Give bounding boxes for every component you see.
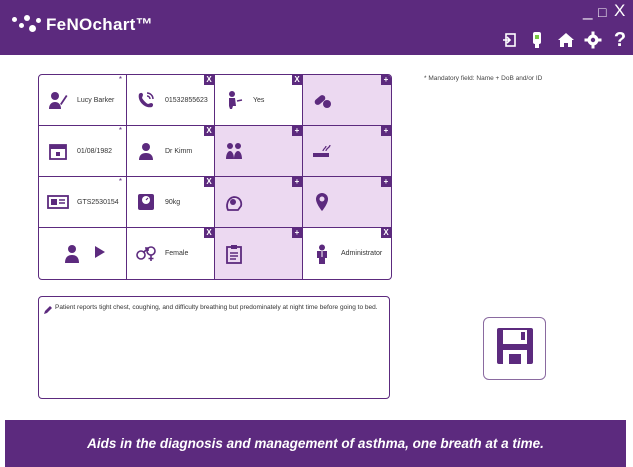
add-smoking-button[interactable]: + (381, 126, 391, 136)
play-icon[interactable] (94, 245, 105, 263)
consent-field[interactable]: X Yes (215, 75, 303, 126)
pen-icon (43, 302, 53, 320)
notes-text: Patient reports tight chest, coughing, a… (55, 304, 378, 311)
phone-field[interactable]: X 01532855623 (127, 75, 215, 126)
settings-icon[interactable] (583, 30, 603, 50)
smoking-icon (311, 140, 333, 162)
id-card-icon (47, 191, 69, 213)
maximize-button[interactable]: □ (598, 4, 606, 21)
consent-value: Yes (253, 96, 265, 104)
location-pin-icon (311, 191, 333, 213)
location-field[interactable]: + (303, 177, 391, 228)
name-field[interactable]: * Lucy Barker (39, 75, 127, 126)
dob-value: 01/08/1982 (77, 147, 113, 155)
remove-phone-button[interactable]: X (204, 75, 214, 85)
person-icon (47, 89, 69, 111)
gender-value: Female (165, 250, 189, 257)
logout-icon[interactable] (500, 30, 520, 50)
next-patient-field[interactable] (39, 228, 127, 279)
clipboard-field[interactable]: + (215, 228, 303, 279)
role-field[interactable]: X Administrator (303, 228, 391, 279)
clipboard-icon (223, 243, 245, 265)
symptom-field[interactable]: + (215, 177, 303, 228)
add-location-button[interactable]: + (381, 177, 391, 187)
required-mark: * (118, 177, 122, 186)
add-family-button[interactable]: + (292, 126, 302, 136)
weight-value: 90kg (165, 198, 181, 206)
add-clipboard-button[interactable]: + (292, 228, 302, 238)
help-icon[interactable]: ? (610, 29, 630, 51)
medication-field[interactable]: + (303, 75, 391, 126)
floppy-disk-icon (495, 326, 535, 371)
weight-field[interactable]: X 90kg (127, 177, 215, 228)
remove-doctor-button[interactable]: X (204, 126, 214, 136)
app-title: FeNOchart™ (46, 15, 153, 34)
phone-icon (135, 89, 157, 111)
phone-value: 01532855623 (165, 96, 208, 104)
remove-consent-button[interactable]: X (292, 75, 302, 85)
close-button[interactable]: X (614, 2, 625, 19)
minimize-button[interactable]: _ (583, 2, 592, 19)
add-medication-button[interactable]: + (381, 75, 391, 85)
gender-icon (135, 243, 157, 265)
id-value: GTS2530154 (77, 198, 119, 206)
footer-tagline: Aids in the diagnosis and management of … (87, 436, 544, 451)
administrator-icon (311, 243, 333, 265)
required-mark: * (118, 126, 122, 135)
save-button[interactable] (483, 317, 546, 380)
device-icon[interactable] (527, 30, 547, 50)
notes-textarea[interactable]: Patient reports tight chest, coughing, a… (38, 296, 390, 399)
add-symptom-button[interactable]: + (292, 177, 302, 187)
required-mark: * (118, 75, 122, 84)
role-value: Administrator (341, 250, 383, 257)
doctor-value: Dr Kimm (165, 147, 193, 155)
patient-head-icon (223, 191, 245, 213)
scale-icon (135, 191, 157, 213)
pill-icon (311, 89, 333, 111)
mandatory-note: * Mandatory field: Name + DoB and/or ID (424, 75, 543, 82)
title-bar: FeNOchart™ _ □ X ? (0, 0, 633, 55)
home-icon[interactable] (556, 30, 576, 50)
name-value: Lucy Barker (77, 96, 115, 104)
app-logo: FeNOchart™ (12, 14, 153, 36)
patient-icon (61, 243, 83, 265)
id-field[interactable]: * GTS2530154 (39, 177, 127, 228)
consent-icon (223, 89, 245, 111)
remove-weight-button[interactable]: X (204, 177, 214, 187)
smoking-field[interactable]: + (303, 126, 391, 177)
family-field[interactable]: + (215, 126, 303, 177)
patient-grid: * Lucy Barker X 01532855623 X Yes + * 01… (38, 74, 392, 280)
logo-dots-icon (12, 14, 42, 36)
doctor-icon (135, 140, 157, 162)
remove-role-button[interactable]: X (381, 228, 391, 238)
gender-field[interactable]: X Female (127, 228, 215, 279)
doctor-field[interactable]: X Dr Kimm (127, 126, 215, 177)
calendar-icon (47, 140, 69, 162)
remove-gender-button[interactable]: X (204, 228, 214, 238)
footer-banner: Aids in the diagnosis and management of … (5, 420, 626, 467)
dob-field[interactable]: * 01/08/1982 (39, 126, 127, 177)
family-icon (223, 140, 245, 162)
